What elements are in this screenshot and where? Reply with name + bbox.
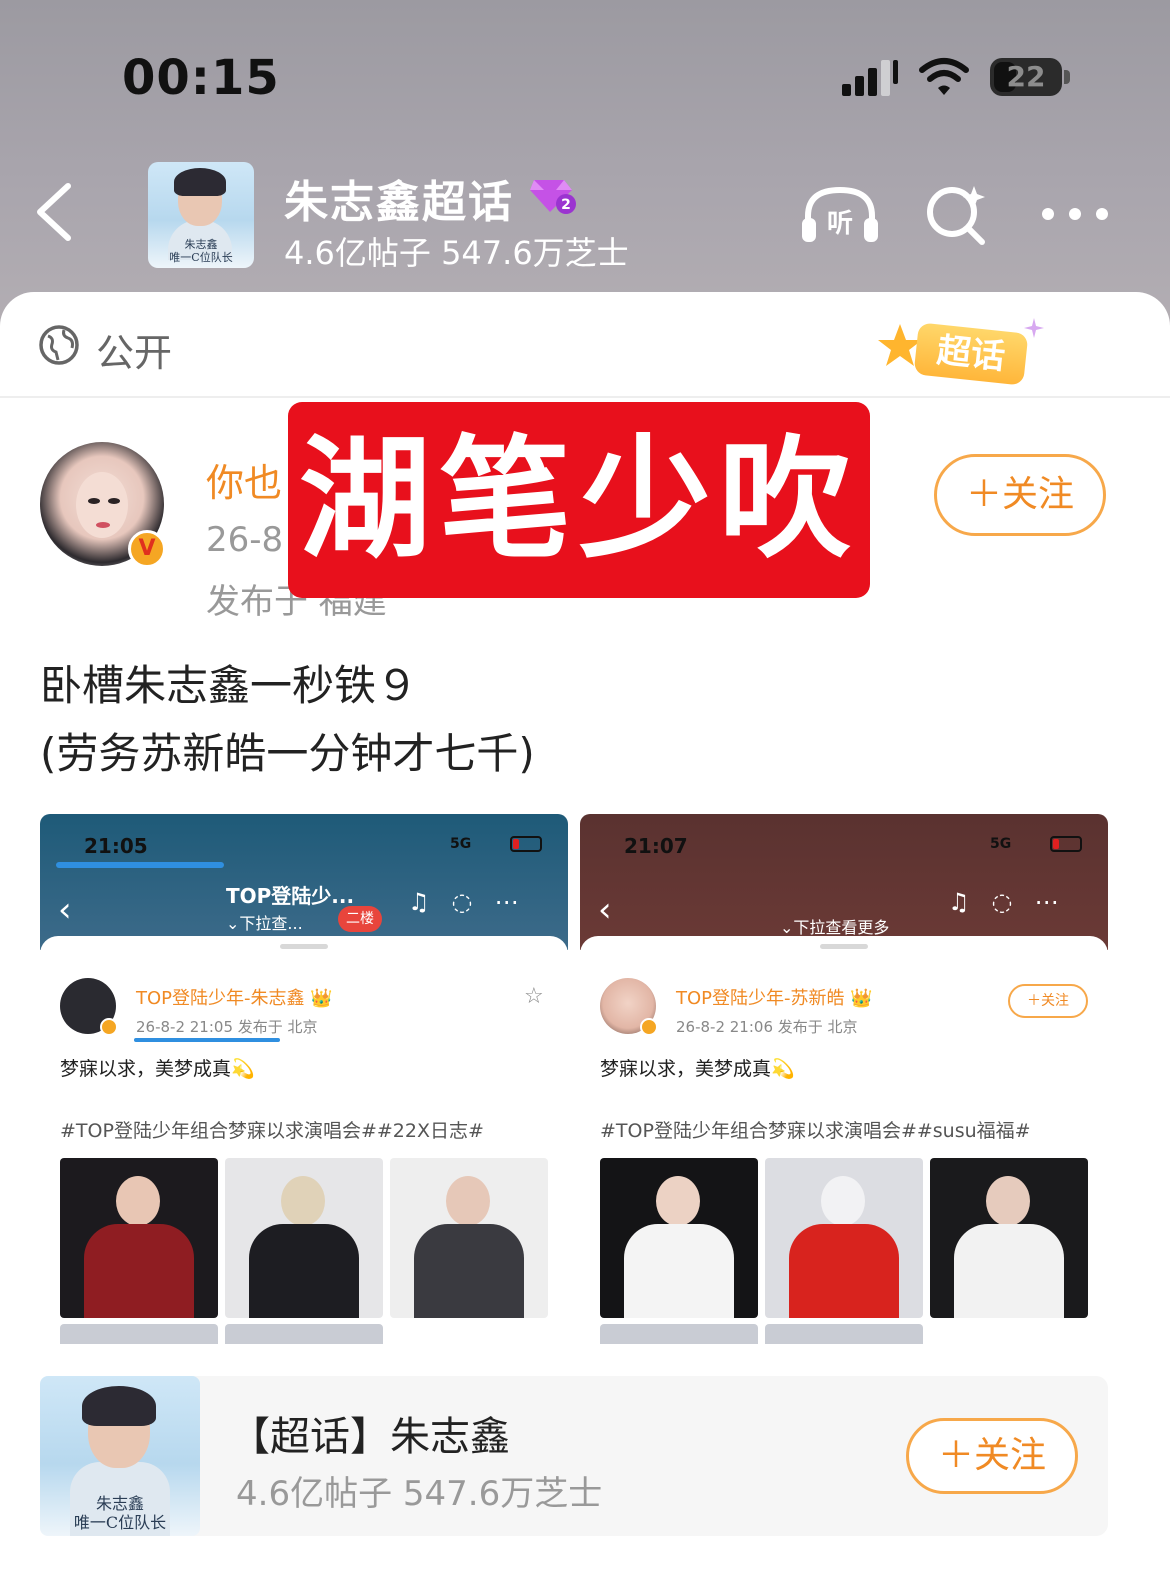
- shot-text: 梦寐以求，美梦成真💫: [600, 1058, 795, 1080]
- shot-photo: [60, 1158, 218, 1318]
- shot-follow-button: ＋关注: [1008, 984, 1088, 1018]
- shot-photo: [765, 1158, 923, 1318]
- sparkle-icon: [1024, 318, 1044, 338]
- blue-annotation-underline: [134, 1038, 280, 1042]
- author-name[interactable]: 你也: [206, 452, 282, 507]
- globe-icon: [39, 325, 79, 365]
- shot-text: 梦寐以求，美梦成真💫: [60, 1058, 255, 1080]
- shot-photo-partial: [765, 1324, 923, 1344]
- embedded-screenshot-2[interactable]: 21:07 5G ‹ ⌄下拉查看更多 ♫◌⋯ TOP登陆少年-苏新皓 👑 26-…: [580, 814, 1108, 1344]
- topic-link-card[interactable]: 朱志鑫 唯一C位队长 【超话】朱志鑫 4.6亿帖子 547.6万芝士 ＋关注: [40, 1376, 1108, 1536]
- shot-subtitle: ⌄下拉查看更多: [780, 918, 890, 937]
- battery-icon: 22: [990, 58, 1070, 96]
- headphones-listen-icon[interactable]: 听: [800, 184, 880, 244]
- cellular-signal-icon: [842, 60, 898, 96]
- topic-title: 朱志鑫超话: [284, 177, 514, 228]
- topic-link-title: 【超话】朱志鑫: [230, 1414, 510, 1460]
- shot-back-icon: ‹: [598, 890, 612, 930]
- shot-photo: [225, 1158, 383, 1318]
- status-time: 00:15: [122, 50, 280, 106]
- post-date: 26-8: [206, 520, 284, 560]
- verified-v-icon: V: [128, 530, 166, 568]
- topic-link-thumbnail: 朱志鑫 唯一C位队长: [40, 1376, 200, 1536]
- shot-toolbar-icons: ♫◌⋯: [948, 888, 1081, 916]
- shot-verified-icon: [640, 1018, 658, 1036]
- topic-header: 00:15 22 朱志鑫 唯一C位队长 朱志鑫超话 2 4.6亿帖子 547.6万…: [0, 0, 1170, 330]
- chaohua-badge: 超话: [876, 312, 1056, 396]
- shot-tags: #TOP登陆少年组合梦寐以求演唱会##susu福福#: [600, 1120, 1031, 1142]
- shot-title: TOP登陆少...: [226, 884, 355, 908]
- svg-text:2: 2: [561, 197, 571, 213]
- shot-back-icon: ‹: [58, 890, 72, 930]
- shot-star-icon: ☆: [524, 984, 544, 1009]
- wifi-icon: [919, 58, 969, 95]
- shot-time: 21:05: [84, 834, 148, 858]
- diamond-level-icon: 2: [530, 180, 576, 214]
- topic-thumbnail[interactable]: 朱志鑫 唯一C位队长: [148, 162, 254, 268]
- topic-follow-button[interactable]: ＋关注: [906, 1418, 1078, 1494]
- shot-network: 5G: [990, 836, 1012, 852]
- more-options-icon[interactable]: [1040, 196, 1110, 232]
- shot-battery-icon: [510, 836, 542, 852]
- blue-annotation-line: [56, 862, 224, 868]
- shot-author: TOP登陆少年-朱志鑫 👑: [136, 988, 333, 1009]
- red-stamp-overlay: 湖笔少吹: [288, 402, 870, 598]
- shot-author: TOP登陆少年-苏新皓 👑: [676, 988, 873, 1009]
- svg-text:听: 听: [827, 209, 853, 239]
- thumb-name: 朱志鑫: [184, 238, 218, 251]
- follow-button[interactable]: ＋关注: [934, 454, 1106, 536]
- thumb-caption: 唯一C位队长: [73, 1513, 167, 1532]
- shot-verified-icon: [100, 1018, 118, 1036]
- embedded-screenshot-1[interactable]: 21:05 5G ‹ TOP登陆少... ⌄下拉查... 二楼 ♫◌⋯ TOP登…: [40, 814, 568, 1344]
- shot-floor-badge: 二楼: [338, 906, 382, 932]
- shot-toolbar-icons: ♫◌⋯: [408, 888, 541, 916]
- shot-photo: [390, 1158, 548, 1318]
- shot-meta: 26-8-2 21:06 发布于 北京: [676, 1018, 858, 1036]
- shot-battery-icon: [1050, 836, 1082, 852]
- shot-subtitle: ⌄下拉查...: [226, 914, 303, 933]
- back-arrow-icon[interactable]: [32, 180, 76, 244]
- shot-photo: [600, 1158, 758, 1318]
- search-icon[interactable]: [924, 182, 988, 246]
- shot-network: 5G: [450, 836, 472, 852]
- shot-meta: 26-8-2 21:05 发布于 北京: [136, 1018, 318, 1036]
- topic-link-stats: 4.6亿帖子 547.6万芝士: [236, 1474, 603, 1514]
- shot-photo: [930, 1158, 1088, 1318]
- shot-tags: #TOP登陆少年组合梦寐以求演唱会##22X日志#: [60, 1120, 484, 1142]
- thumb-name: 朱志鑫: [95, 1494, 144, 1513]
- shot-time: 21:07: [624, 834, 688, 858]
- battery-level: 22: [1006, 60, 1046, 93]
- thumb-caption: 唯一C位队长: [169, 251, 233, 264]
- shot-photo-partial: [225, 1324, 383, 1344]
- post-text: 卧槽朱志鑫一秒铁９ (劳务苏新皓一分钟才七千): [40, 661, 535, 778]
- privacy-label: 公开: [96, 331, 173, 375]
- shot-photo-partial: [600, 1324, 758, 1344]
- topic-stats: 4.6亿帖子 547.6万芝士: [284, 234, 629, 272]
- chaohua-label: 超话: [913, 322, 1029, 386]
- privacy-row: 公开 超话: [0, 292, 1170, 398]
- shot-photo-partial: [60, 1324, 218, 1344]
